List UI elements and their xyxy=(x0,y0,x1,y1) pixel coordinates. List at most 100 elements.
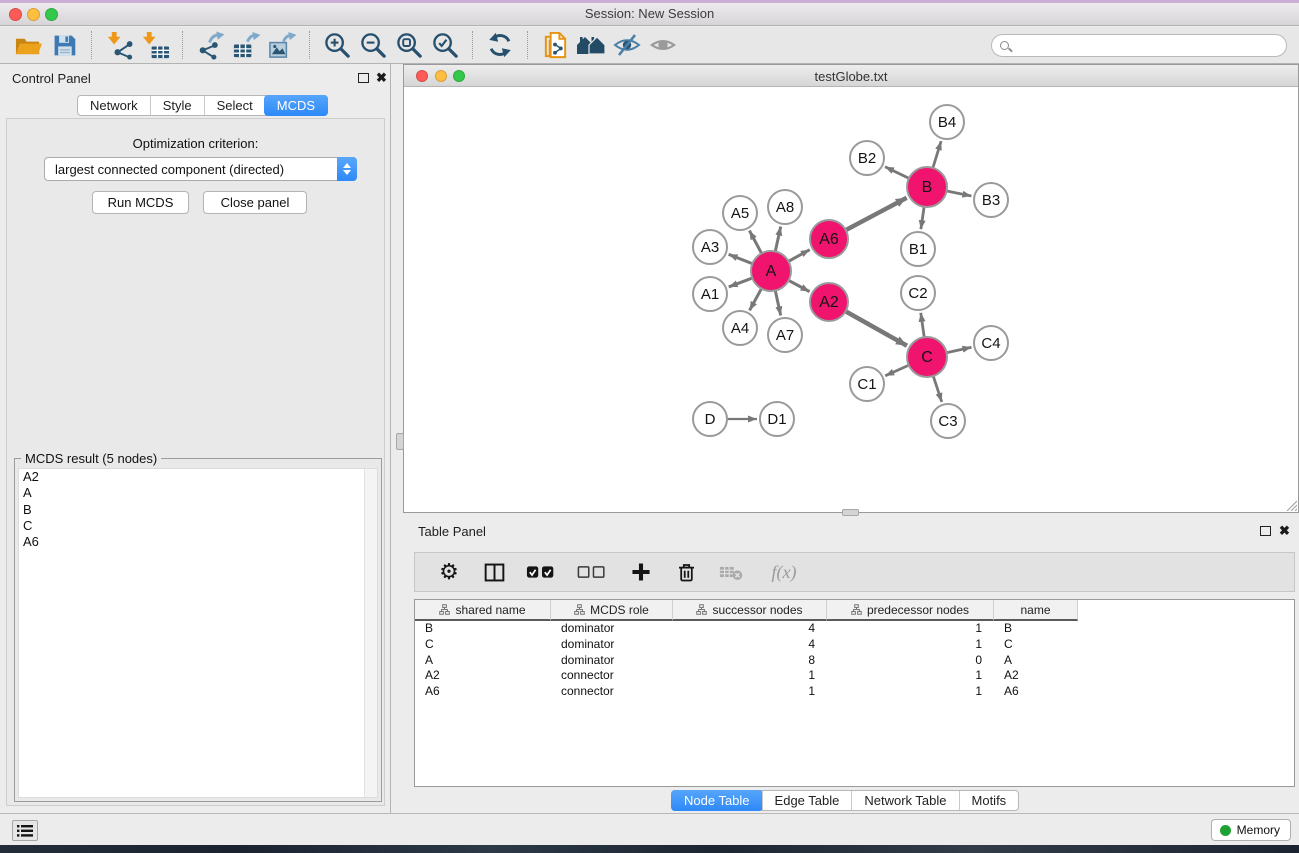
zoom-selected-button[interactable] xyxy=(427,29,463,61)
zoom-out-button[interactable] xyxy=(355,29,391,61)
graph-node-A[interactable]: A xyxy=(751,251,791,291)
search-box[interactable] xyxy=(991,34,1287,57)
svg-text:B1: B1 xyxy=(909,241,927,258)
horizontal-splitter-handle[interactable] xyxy=(842,509,859,516)
optimization-label: Optimization criterion: xyxy=(7,136,384,151)
graph-node-C3[interactable]: C3 xyxy=(931,404,965,438)
graph-node-B3[interactable]: B3 xyxy=(974,183,1008,217)
table-close-panel-icon[interactable]: ✖ xyxy=(1279,525,1290,536)
table-row[interactable]: Adominator80A xyxy=(415,653,1294,669)
table-cell: 4 xyxy=(673,621,827,637)
tab-node-table[interactable]: Node Table xyxy=(671,790,763,811)
refresh-layout-button[interactable] xyxy=(482,29,518,61)
vertical-splitter-handle[interactable] xyxy=(396,433,404,450)
tab-network-table[interactable]: Network Table xyxy=(851,791,958,810)
column-header-successor-nodes[interactable]: successor nodes xyxy=(673,600,827,621)
float-panel-icon[interactable] xyxy=(358,73,369,83)
graph-node-B2[interactable]: B2 xyxy=(850,141,884,175)
table-settings-button[interactable]: ⚙ xyxy=(435,558,463,586)
save-session-button[interactable] xyxy=(46,29,82,61)
open-session-button[interactable] xyxy=(10,29,46,61)
zoom-selected-icon xyxy=(431,31,460,60)
tab-edge-table[interactable]: Edge Table xyxy=(762,791,852,810)
graph-node-A4[interactable]: A4 xyxy=(723,311,757,345)
graph-node-A6[interactable]: A6 xyxy=(810,220,848,258)
table-cell: 0 xyxy=(827,653,994,669)
zoom-fit-button[interactable] xyxy=(391,29,427,61)
delete-table-button[interactable] xyxy=(717,558,745,586)
home-button[interactable] xyxy=(573,29,609,61)
toolbar-separator xyxy=(472,31,473,59)
graph-node-B4[interactable]: B4 xyxy=(930,105,964,139)
create-column-button[interactable] xyxy=(627,558,655,586)
resize-grip-icon[interactable] xyxy=(1284,498,1297,511)
graph-node-D1[interactable]: D1 xyxy=(760,402,794,436)
graph-node-C[interactable]: C xyxy=(907,337,947,377)
table-float-panel-icon[interactable] xyxy=(1260,526,1271,536)
result-item-b[interactable]: B xyxy=(19,502,377,518)
column-header-mcds-role[interactable]: MCDS role xyxy=(551,600,673,621)
table-cell: dominator xyxy=(551,621,673,637)
result-item-c[interactable]: C xyxy=(19,518,377,534)
run-mcds-button[interactable]: Run MCDS xyxy=(92,191,189,214)
svg-text:B3: B3 xyxy=(982,192,1000,209)
export-table-button[interactable] xyxy=(228,29,264,61)
function-builder-button[interactable]: f(x) xyxy=(762,558,806,586)
graph-node-A3[interactable]: A3 xyxy=(693,230,727,264)
table-cell: B xyxy=(415,621,551,637)
checked-boxes-icon xyxy=(526,565,558,579)
import-network-button[interactable] xyxy=(101,29,137,61)
table-row[interactable]: A2connector11A2 xyxy=(415,668,1294,684)
graph-node-C2[interactable]: C2 xyxy=(901,276,935,310)
duplicate-network-button[interactable] xyxy=(537,29,573,61)
tab-network[interactable]: Network xyxy=(78,96,150,115)
column-header-name[interactable]: name xyxy=(994,600,1078,621)
column-header-predecessor-nodes[interactable]: predecessor nodes xyxy=(827,600,994,621)
graph-node-D[interactable]: D xyxy=(693,402,727,436)
zoom-fit-icon xyxy=(395,31,424,60)
zoom-in-button[interactable] xyxy=(319,29,355,61)
graph-node-C4[interactable]: C4 xyxy=(974,326,1008,360)
graph-node-A8[interactable]: A8 xyxy=(768,190,802,224)
table-row[interactable]: Cdominator41C xyxy=(415,637,1294,653)
column-header-shared-name[interactable]: shared name xyxy=(415,600,551,621)
result-item-a[interactable]: A xyxy=(19,485,377,501)
hide-details-button[interactable] xyxy=(609,29,645,61)
show-column-button[interactable] xyxy=(480,558,508,586)
criterion-dropdown[interactable]: largest connected component (directed) xyxy=(44,157,357,181)
control-panel-title: Control Panel xyxy=(12,71,91,86)
graph-node-A1[interactable]: A1 xyxy=(693,277,727,311)
graph-node-B1[interactable]: B1 xyxy=(901,232,935,266)
export-network-button[interactable] xyxy=(192,29,228,61)
result-item-a6[interactable]: A6 xyxy=(19,534,377,550)
zoom-in-icon xyxy=(323,31,352,60)
unselect-all-columns-button[interactable] xyxy=(576,558,610,586)
graph-node-B[interactable]: B xyxy=(907,167,947,207)
table-cell: A6 xyxy=(994,684,1078,700)
graph-node-A2[interactable]: A2 xyxy=(810,283,848,321)
graph-node-A5[interactable]: A5 xyxy=(723,196,757,230)
network-canvas[interactable]: B4 B2 B B3 A5 A8A6 B1 A3 A A1 C2 A2 A4 A7 C4 C C1 C3 D D1 xyxy=(404,88,1298,512)
show-details-button[interactable] xyxy=(645,29,681,61)
tab-mcds[interactable]: MCDS xyxy=(264,95,328,116)
import-table-button[interactable] xyxy=(137,29,173,61)
desktop-menubar-edge xyxy=(0,0,1299,3)
result-scrollbar[interactable] xyxy=(364,469,377,797)
close-panel-icon[interactable]: ✖ xyxy=(376,72,387,83)
table-row[interactable]: A6connector11A6 xyxy=(415,684,1294,700)
table-row[interactable]: Bdominator41B xyxy=(415,621,1294,637)
select-all-columns-button[interactable] xyxy=(525,558,559,586)
memory-button[interactable]: Memory xyxy=(1211,819,1291,841)
export-image-button[interactable] xyxy=(264,29,300,61)
task-history-button[interactable] xyxy=(12,820,38,841)
svg-text:A1: A1 xyxy=(701,286,719,303)
result-item-a2[interactable]: A2 xyxy=(19,469,377,485)
delete-column-button[interactable] xyxy=(672,558,700,586)
close-panel-button[interactable]: Close panel xyxy=(203,191,307,214)
tab-select[interactable]: Select xyxy=(204,96,265,115)
graph-node-C1[interactable]: C1 xyxy=(850,367,884,401)
tab-motifs[interactable]: Motifs xyxy=(959,791,1019,810)
tab-style[interactable]: Style xyxy=(150,96,204,115)
graph-node-A7[interactable]: A7 xyxy=(768,318,802,352)
search-input[interactable] xyxy=(1015,36,1278,54)
